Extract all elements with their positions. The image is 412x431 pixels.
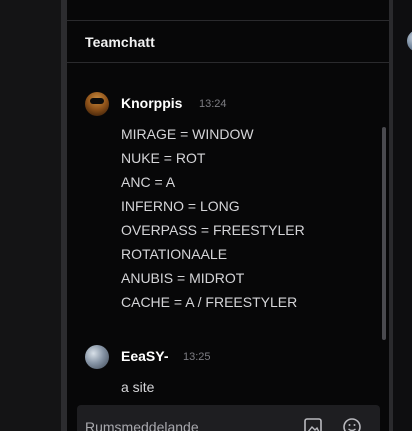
- message-timestamp: 13:25: [183, 351, 211, 363]
- team-chat-panel: Teamchatt Knorppis 13:24 MIRAGE = WINDOW…: [67, 0, 389, 431]
- image-icon[interactable]: [303, 417, 323, 431]
- avatar[interactable]: [407, 30, 412, 52]
- message-line: CACHE = A / FREESTYLER: [121, 294, 298, 310]
- avatar[interactable]: [85, 345, 109, 369]
- chat-title: Teamchatt: [85, 34, 155, 50]
- chat-scrollbar[interactable]: [382, 127, 386, 340]
- message-line: ANC = A: [121, 174, 176, 190]
- message-input[interactable]: [85, 417, 285, 431]
- outer-left-area: [0, 0, 61, 431]
- message-line: INFERNO = LONG: [121, 198, 240, 214]
- message-line: ROTATIONAALE: [121, 246, 228, 262]
- message-author[interactable]: EeaSY-: [121, 348, 168, 364]
- message-author[interactable]: Knorppis: [121, 95, 182, 111]
- chat-header: Teamchatt: [67, 21, 389, 63]
- message-composer: [77, 405, 380, 431]
- message-line: ANUBIS = MIDROT: [121, 270, 245, 286]
- message-timestamp: 13:24: [199, 98, 227, 110]
- message-line: OVERPASS = FREESTYLER: [121, 222, 305, 238]
- app-window: Teamchatt Knorppis 13:24 MIRAGE = WINDOW…: [0, 0, 412, 431]
- message-line: NUKE = ROT: [121, 150, 206, 166]
- avatar[interactable]: [85, 92, 109, 116]
- emoji-icon[interactable]: [342, 417, 362, 431]
- message-body: MIRAGE = WINDOW NUKE = ROT ANC = A INFER…: [121, 122, 305, 314]
- message-line: a site: [121, 379, 155, 395]
- right-side-area: [393, 0, 412, 431]
- message-line: MIRAGE = WINDOW: [121, 126, 254, 142]
- message-body: a site: [121, 375, 154, 399]
